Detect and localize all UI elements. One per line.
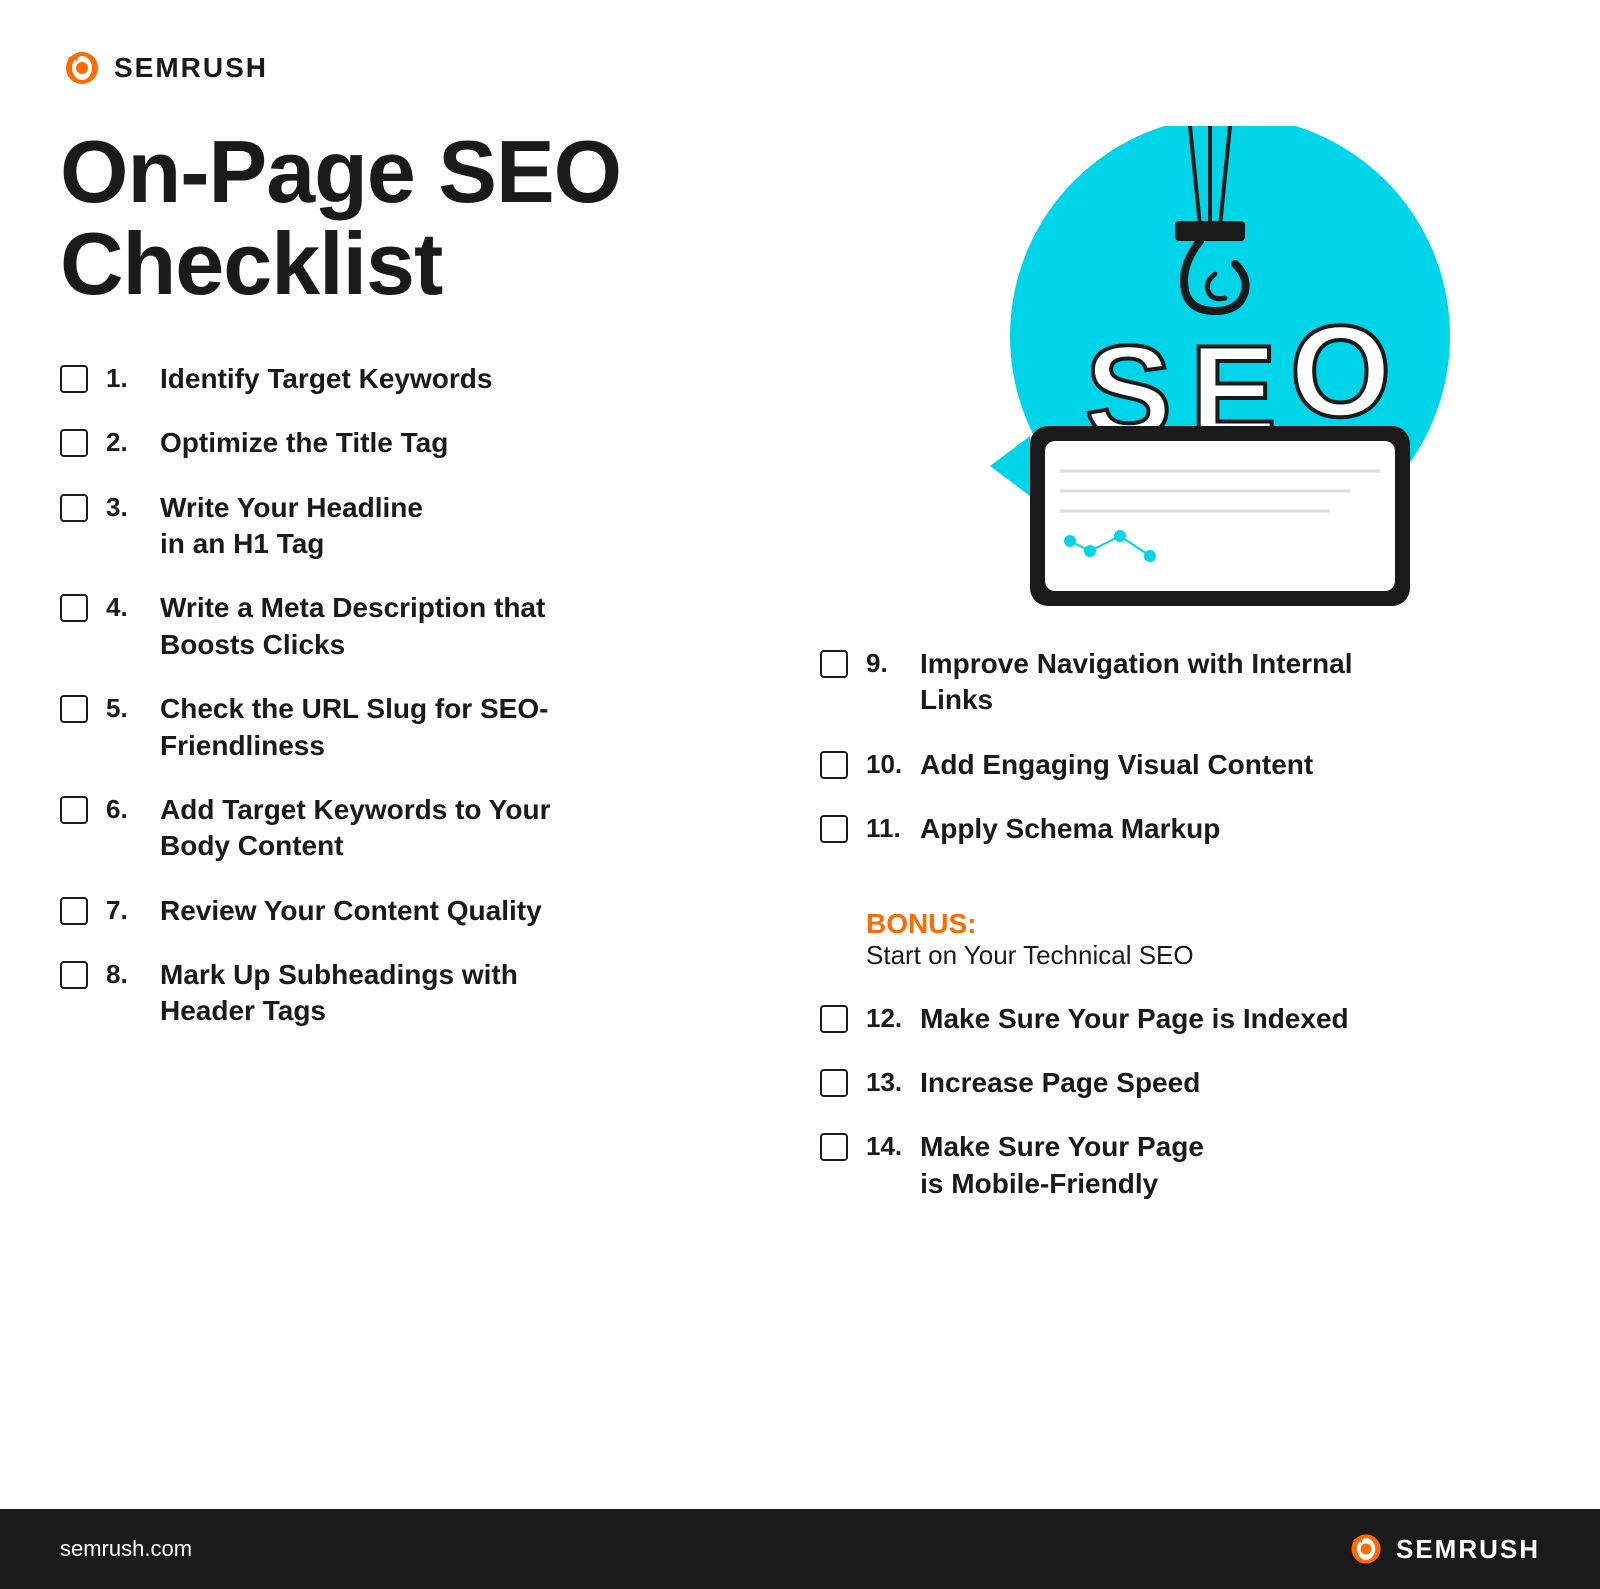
checklist-item-2: 2. Optimize the Title Tag <box>60 425 780 461</box>
checkbox-12[interactable] <box>820 1005 848 1033</box>
item-number-11: 11. <box>866 813 902 844</box>
item-text-11: Apply Schema Markup <box>920 811 1220 847</box>
left-checklist: 1. Identify Target Keywords 2. Optimize … <box>60 361 780 1030</box>
checkbox-5[interactable] <box>60 695 88 723</box>
item-number-2: 2. <box>106 427 142 458</box>
checkbox-6[interactable] <box>60 796 88 824</box>
checkbox-4[interactable] <box>60 594 88 622</box>
item-number-12: 12. <box>866 1003 902 1034</box>
checkbox-8[interactable] <box>60 961 88 989</box>
item-text-5: Check the URL Slug for SEO- Friendliness <box>160 691 548 764</box>
checklist-item-5: 5. Check the URL Slug for SEO- Friendlin… <box>60 691 780 764</box>
item-text-13: Increase Page Speed <box>920 1065 1200 1101</box>
checklist-item-13: 13. Increase Page Speed <box>820 1065 1540 1101</box>
left-column: On-Page SEO Checklist 1. Identify Target… <box>60 126 780 1479</box>
item-text-14: Make Sure Your Page is Mobile-Friendly <box>920 1129 1204 1202</box>
checklist-item-12: 12. Make Sure Your Page is Indexed <box>820 1001 1540 1037</box>
item-text-12: Make Sure Your Page is Indexed <box>920 1001 1348 1037</box>
checklist-item-10: 10. Add Engaging Visual Content <box>820 747 1540 783</box>
main-layout: On-Page SEO Checklist 1. Identify Target… <box>60 126 1540 1479</box>
checklist-item-8: 8. Mark Up Subheadings with Header Tags <box>60 957 780 1030</box>
footer: semrush.com SEMRUSH <box>0 1509 1600 1589</box>
item-number-13: 13. <box>866 1067 902 1098</box>
checklist-item-3: 3. Write Your Headline in an H1 Tag <box>60 490 780 563</box>
checklist-item-4: 4. Write a Meta Description that Boosts … <box>60 590 780 663</box>
item-number-3: 3. <box>106 492 142 523</box>
right-column: S E O <box>820 126 1540 1479</box>
footer-logo-text: SEMRUSH <box>1396 1534 1540 1565</box>
footer-logo: SEMRUSH <box>1346 1532 1540 1566</box>
page-title: On-Page SEO Checklist <box>60 126 780 311</box>
checklist-item-11: 11. Apply Schema Markup <box>820 811 1540 847</box>
checklist-item-6: 6. Add Target Keywords to Your Body Cont… <box>60 792 780 865</box>
checklist-item-7: 7. Review Your Content Quality <box>60 893 780 929</box>
bonus-label: BONUS: <box>866 908 976 939</box>
item-number-5: 5. <box>106 693 142 724</box>
checkbox-3[interactable] <box>60 494 88 522</box>
item-number-1: 1. <box>106 363 142 394</box>
logo-header: SEMRUSH <box>60 50 1540 86</box>
checkbox-13[interactable] <box>820 1069 848 1097</box>
item-text-2: Optimize the Title Tag <box>160 425 448 461</box>
bonus-section: BONUS: Start on Your Technical SEO <box>820 878 1540 981</box>
footer-logo-icon <box>1346 1532 1386 1566</box>
item-text-3: Write Your Headline in an H1 Tag <box>160 490 423 563</box>
item-text-6: Add Target Keywords to Your Body Content <box>160 792 550 865</box>
checkbox-7[interactable] <box>60 897 88 925</box>
checklist-item-14: 14. Make Sure Your Page is Mobile-Friend… <box>820 1129 1540 1202</box>
item-number-9: 9. <box>866 648 902 679</box>
item-number-8: 8. <box>106 959 142 990</box>
checkbox-10[interactable] <box>820 751 848 779</box>
checkbox-11[interactable] <box>820 815 848 843</box>
seo-illustration: S E O <box>870 126 1490 626</box>
svg-text:O: O <box>1290 298 1391 444</box>
item-number-7: 7. <box>106 895 142 926</box>
item-text-4: Write a Meta Description that Boosts Cli… <box>160 590 545 663</box>
checkbox-2[interactable] <box>60 429 88 457</box>
semrush-logo-icon <box>60 50 104 86</box>
item-number-10: 10. <box>866 749 902 780</box>
footer-url: semrush.com <box>60 1536 192 1562</box>
bonus-checklist: 12. Make Sure Your Page is Indexed 13. I… <box>820 1001 1540 1203</box>
checkbox-9[interactable] <box>820 650 848 678</box>
item-text-1: Identify Target Keywords <box>160 361 492 397</box>
right-checklist: 9. Improve Navigation with Internal Link… <box>820 646 1540 848</box>
bonus-subtitle: Start on Your Technical SEO <box>866 940 1194 970</box>
checkbox-1[interactable] <box>60 365 88 393</box>
item-number-4: 4. <box>106 592 142 623</box>
item-number-14: 14. <box>866 1131 902 1162</box>
item-text-10: Add Engaging Visual Content <box>920 747 1313 783</box>
item-text-7: Review Your Content Quality <box>160 893 542 929</box>
illustration-area: S E O <box>820 126 1540 626</box>
checkbox-14[interactable] <box>820 1133 848 1161</box>
item-text-9: Improve Navigation with Internal Links <box>920 646 1353 719</box>
item-text-8: Mark Up Subheadings with Header Tags <box>160 957 518 1030</box>
item-number-6: 6. <box>106 794 142 825</box>
logo-text: SEMRUSH <box>114 52 268 84</box>
checklist-item-9: 9. Improve Navigation with Internal Link… <box>820 646 1540 719</box>
checklist-item-1: 1. Identify Target Keywords <box>60 361 780 397</box>
